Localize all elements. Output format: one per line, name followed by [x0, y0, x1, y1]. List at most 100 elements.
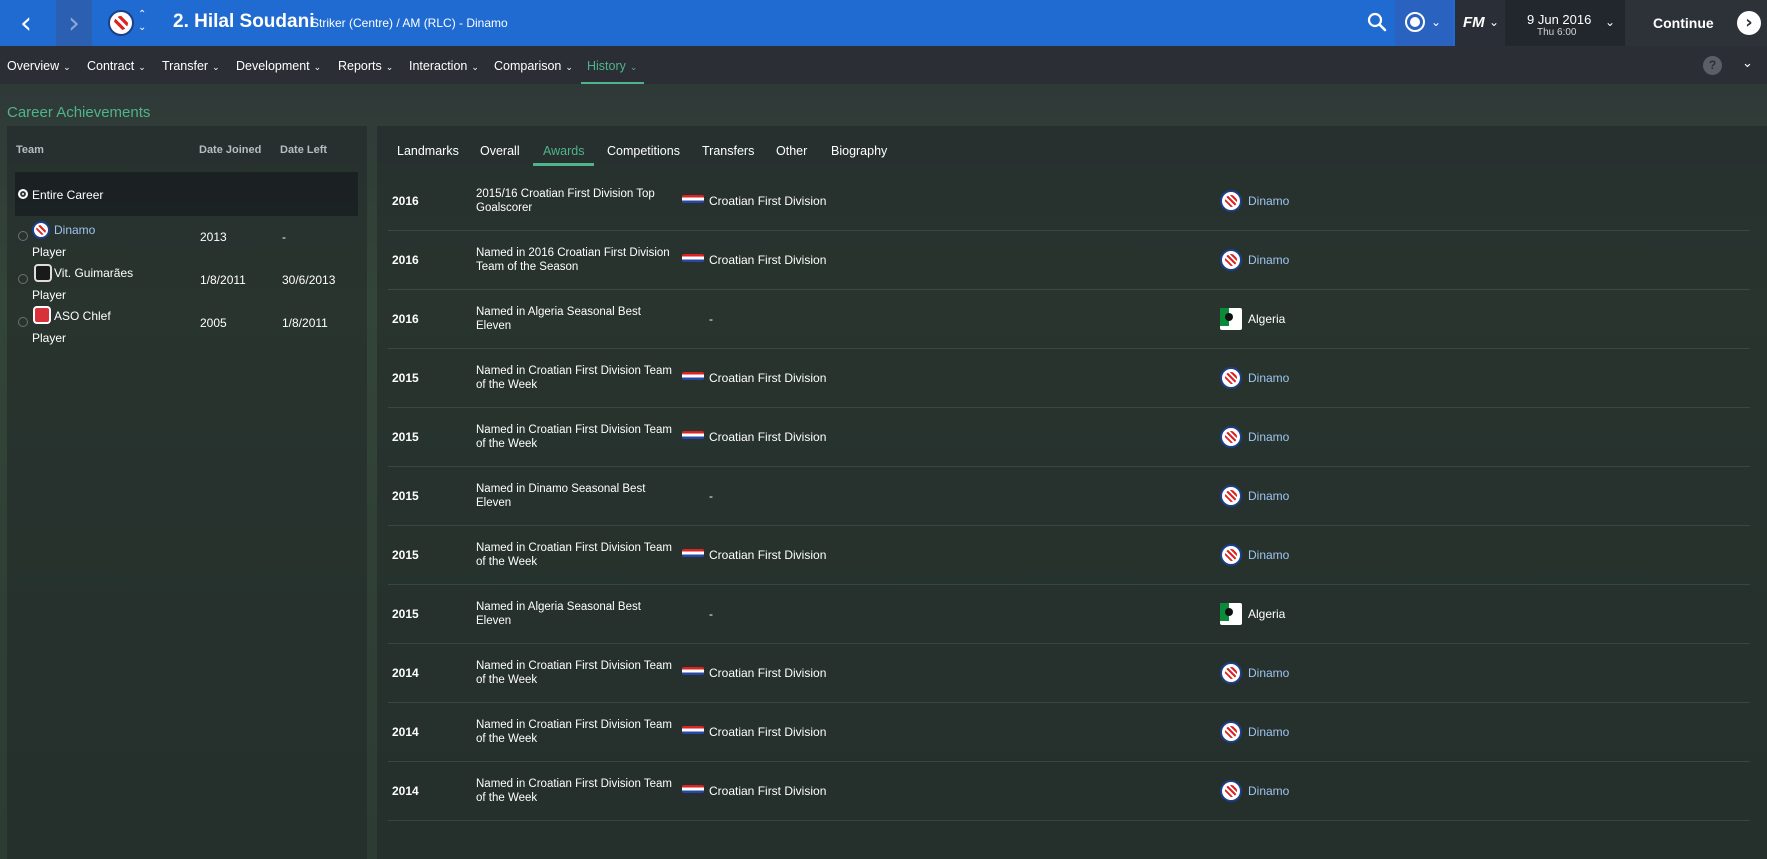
menu-contract[interactable]: Contract ⌄	[87, 59, 146, 73]
award-competition: -	[709, 607, 713, 621]
award-year: 2015	[392, 430, 419, 444]
search-icon[interactable]	[1366, 11, 1388, 33]
forward-arrow-icon[interactable]: ›	[56, 0, 92, 46]
tab-competitions[interactable]: Competitions	[607, 144, 680, 158]
award-row[interactable]: 2014 Named in Croatian First Division Tea…	[388, 703, 1750, 762]
award-team[interactable]: Dinamo	[1248, 430, 1289, 444]
award-team[interactable]: Dinamo	[1248, 194, 1289, 208]
player-position: Striker (Centre) / AM (RLC) - Dinamo	[311, 16, 508, 30]
chevron-down-icon: ⌄	[1605, 15, 1616, 29]
column-header-date-joined[interactable]: Date Joined	[199, 144, 261, 156]
dinamo-crest-icon[interactable]	[108, 10, 134, 36]
dinamo-crest-icon	[1220, 780, 1242, 802]
algeria-crest-icon	[1220, 308, 1242, 330]
column-header-team[interactable]: Team	[16, 144, 44, 156]
team-role: Player	[32, 245, 67, 259]
award-competition[interactable]: Croatian First Division	[709, 371, 826, 385]
award-team[interactable]: Dinamo	[1248, 489, 1289, 503]
tab-overall[interactable]: Overall	[480, 144, 520, 158]
page-title: Career Achievements	[7, 104, 151, 121]
tab-biography[interactable]: Biography	[831, 144, 887, 158]
award-competition[interactable]: Croatian First Division	[709, 784, 826, 798]
award-row[interactable]: 2015 Named in Croatian First Division Tea…	[388, 526, 1750, 585]
croatia-flag-icon	[682, 549, 704, 557]
award-year: 2015	[392, 489, 419, 503]
award-year: 2016	[392, 194, 419, 208]
award-row[interactable]: 2016 Named in Algeria Seasonal Best Eleve…	[388, 290, 1750, 349]
menu-history[interactable]: History ⌄	[587, 59, 637, 73]
team-radio-vit-guimaraes[interactable]	[18, 274, 28, 284]
team-link-aso-chlef[interactable]: ASO Chlef	[54, 309, 111, 323]
player-switch-arrows-icon[interactable]: ⌃ ⌄	[138, 8, 146, 34]
award-team[interactable]: Dinamo	[1248, 784, 1289, 798]
award-team[interactable]: Dinamo	[1248, 666, 1289, 680]
dinamo-crest-icon	[1220, 367, 1242, 389]
team-role: Player	[32, 331, 67, 345]
award-row[interactable]: 2016 Named in 2016 Croatian First Divisio…	[388, 231, 1750, 290]
award-row[interactable]: 2016 2015/16 Croatian First Division Top …	[388, 172, 1750, 231]
award-competition[interactable]: Croatian First Division	[709, 194, 826, 208]
award-year: 2016	[392, 253, 419, 267]
croatia-flag-icon	[682, 254, 704, 262]
croatia-flag-icon	[682, 431, 704, 439]
chevron-down-icon: ⌄	[63, 63, 71, 73]
award-competition[interactable]: Croatian First Division	[709, 253, 826, 267]
award-year: 2014	[392, 784, 419, 798]
team-link-dinamo[interactable]: Dinamo	[54, 223, 95, 237]
continue-label: Continue	[1653, 15, 1714, 31]
globe-icon	[1405, 12, 1425, 32]
award-team[interactable]: Algeria	[1248, 607, 1285, 621]
menu-reports[interactable]: Reports ⌄	[338, 59, 393, 73]
column-header-date-left[interactable]: Date Left	[280, 144, 327, 156]
award-competition[interactable]: Croatian First Division	[709, 430, 826, 444]
award-row[interactable]: 2015 Named in Croatian First Division Tea…	[388, 408, 1750, 467]
world-menu-button[interactable]: ⌄	[1395, 0, 1453, 46]
active-tab-underline	[533, 163, 594, 166]
fm-menu-button[interactable]: FM ⌄	[1455, 0, 1505, 46]
dinamo-crest-icon	[1220, 721, 1242, 743]
award-row[interactable]: 2014 Named in Croatian First Division Tea…	[388, 644, 1750, 703]
award-row[interactable]: 2015 Named in Algeria Seasonal Best Eleve…	[388, 585, 1750, 644]
back-arrow-icon[interactable]: ‹	[8, 0, 44, 46]
fm-logo: FM	[1463, 14, 1485, 31]
award-team[interactable]: Dinamo	[1248, 548, 1289, 562]
award-team[interactable]: Dinamo	[1248, 253, 1289, 267]
help-icon[interactable]: ?	[1703, 56, 1722, 75]
chevron-down-icon[interactable]: ⌄	[1742, 56, 1753, 71]
tab-other[interactable]: Other	[776, 144, 807, 158]
entire-career-radio[interactable]	[18, 189, 28, 199]
award-description: Named in 2016 Croatian First Division Te…	[476, 247, 670, 273]
tab-landmarks[interactable]: Landmarks	[397, 144, 459, 158]
team-radio-dinamo[interactable]	[18, 231, 28, 241]
tab-transfers[interactable]: Transfers	[702, 144, 754, 158]
award-competition[interactable]: Croatian First Division	[709, 666, 826, 680]
award-competition[interactable]: Croatian First Division	[709, 548, 826, 562]
award-row[interactable]: 2014 Named in Croatian First Division Tea…	[388, 762, 1750, 821]
award-team[interactable]: Dinamo	[1248, 371, 1289, 385]
continue-button[interactable]: Continue ›	[1625, 0, 1767, 46]
current-date: 9 Jun 2016	[1527, 12, 1592, 27]
award-competition[interactable]: Croatian First Division	[709, 725, 826, 739]
date-display[interactable]: 9 Jun 2016 Thu 6:00 ⌄	[1505, 0, 1625, 46]
dinamo-crest-icon	[1220, 190, 1242, 212]
sub-navigation: Overview ⌄ Contract ⌄ Transfer ⌄ Developmen…	[0, 46, 1767, 84]
chevron-down-icon: ⌄	[471, 63, 479, 73]
menu-interaction[interactable]: Interaction ⌄	[409, 59, 479, 73]
team-link-vit-guimaraes[interactable]: Vit. Guimarães	[54, 266, 133, 280]
dinamo-crest-icon	[1220, 485, 1242, 507]
chevron-down-icon: ⌄	[1431, 15, 1442, 29]
award-row[interactable]: 2015 Named in Croatian First Division Tea…	[388, 349, 1750, 408]
menu-development[interactable]: Development ⌄	[236, 59, 321, 73]
team-radio-aso-chlef[interactable]	[18, 317, 28, 327]
menu-transfer[interactable]: Transfer ⌄	[162, 59, 220, 73]
award-description: Named in Croatian First Division Team of…	[476, 660, 672, 686]
tab-awards[interactable]: Awards	[543, 144, 584, 158]
dinamo-crest-icon	[1220, 249, 1242, 271]
award-year: 2015	[392, 607, 419, 621]
aso-chlef-crest-icon	[33, 306, 51, 324]
award-team[interactable]: Dinamo	[1248, 725, 1289, 739]
award-team[interactable]: Algeria	[1248, 312, 1285, 326]
award-row[interactable]: 2015 Named in Dinamo Seasonal Best Eleven…	[388, 467, 1750, 526]
menu-overview[interactable]: Overview ⌄	[7, 59, 71, 73]
menu-comparison[interactable]: Comparison ⌄	[494, 59, 573, 73]
